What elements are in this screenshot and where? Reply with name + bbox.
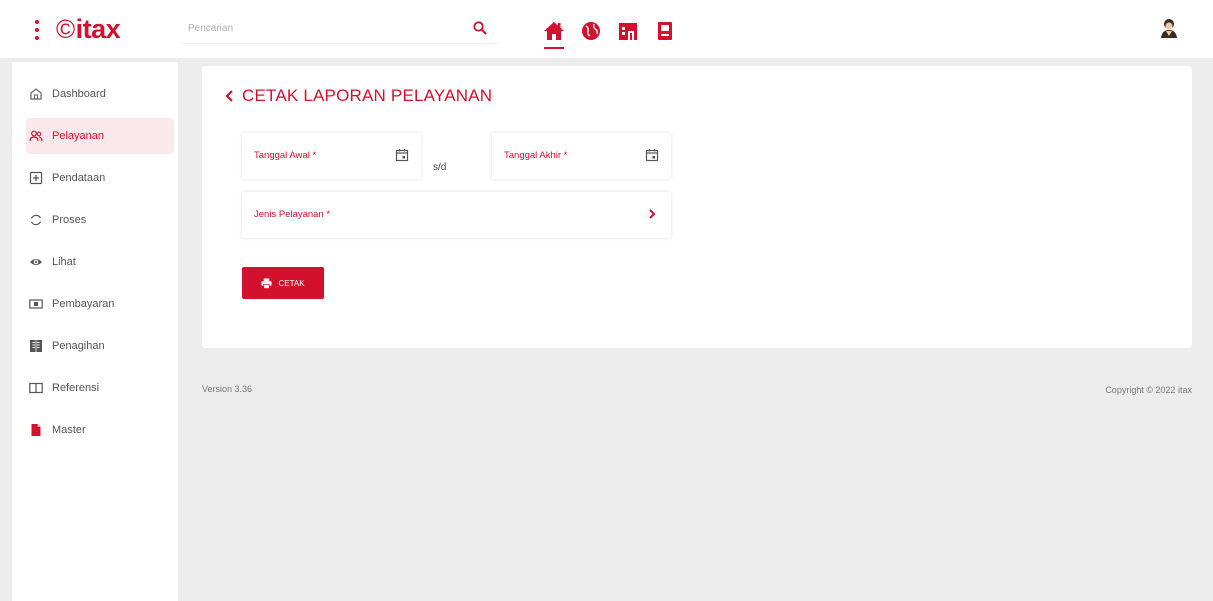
version-text: Version 3.36 <box>202 384 253 394</box>
book-icon[interactable] <box>654 20 676 42</box>
app-logo[interactable]: © itax <box>56 13 121 45</box>
end-date-field[interactable]: Tanggal Akhir * <box>492 133 671 179</box>
sidebar-item-label: Pembayaran <box>52 298 115 310</box>
sidebar-item-pendataan[interactable]: Pendataan <box>12 160 178 196</box>
sidebar-item-lihat[interactable]: Lihat <box>12 244 178 280</box>
refresh-icon <box>30 214 42 226</box>
sidebar-item-label: Lihat <box>52 256 76 268</box>
sidebar-item-label: Dashboard <box>52 88 106 100</box>
ledger-icon <box>30 340 42 352</box>
printer-icon <box>261 277 272 289</box>
sidebar-item-label: Proses <box>52 214 87 226</box>
print-button[interactable]: CETAK <box>242 267 324 299</box>
sidebar-item-referensi[interactable]: Referensi <box>12 370 178 406</box>
sidebar-item-pelayanan[interactable]: Pelayanan <box>26 118 174 154</box>
sidebar-item-master[interactable]: Master <box>12 412 178 448</box>
sidebar-item-label: Pelayanan <box>52 130 104 142</box>
sidebar-item-dashboard[interactable]: Dashboard <box>12 76 178 112</box>
date-range-separator: s/d <box>433 162 447 173</box>
sidebar-item-label: Referensi <box>52 382 100 394</box>
menu-icon[interactable] <box>34 20 40 40</box>
page-title: CETAK LAPORAN PELAYANAN <box>242 86 493 105</box>
sidebar-item-penagihan[interactable]: Penagihan <box>12 328 178 364</box>
start-date-label: Tanggal Awal * <box>254 150 317 161</box>
home-outline-icon <box>30 88 42 100</box>
money-icon <box>29 299 43 309</box>
report-form-card: CETAK LAPORAN PELAYANAN Tanggal Awal * s… <box>202 66 1192 348</box>
search-input[interactable] <box>180 14 460 42</box>
service-type-label: Jenis Pelayanan * <box>254 209 331 220</box>
building-icon[interactable] <box>617 20 639 42</box>
search-box <box>180 14 500 44</box>
sidebar-item-label: Penagihan <box>52 340 105 352</box>
end-date-label: Tanggal Akhir * <box>504 150 568 161</box>
avatar[interactable] <box>1158 17 1180 39</box>
search-icon[interactable] <box>472 20 488 36</box>
sidebar: Dashboard Pelayanan Pendataan Proses Lih… <box>12 62 178 601</box>
calendar-icon[interactable] <box>395 148 409 162</box>
sidebar-item-pembayaran[interactable]: Pembayaran <box>12 286 178 322</box>
chevron-right-icon[interactable] <box>645 207 659 221</box>
chevron-left-icon[interactable] <box>224 89 234 103</box>
sidebar-item-label: Pendataan <box>52 172 106 184</box>
sidebar-item-proses[interactable]: Proses <box>12 202 178 238</box>
users-icon <box>29 130 43 142</box>
back-link[interactable]: CETAK LAPORAN PELAYANAN <box>224 86 492 106</box>
calendar-icon[interactable] <box>645 148 659 162</box>
print-button-label: CETAK <box>278 278 305 288</box>
top-bar: © itax <box>0 0 1213 58</box>
file-icon <box>31 424 41 436</box>
top-nav <box>543 20 676 49</box>
copyright-text: Copyright © 2022 itax <box>1105 385 1192 395</box>
open-book-icon <box>29 382 43 394</box>
service-type-select[interactable]: Jenis Pelayanan * <box>242 192 671 238</box>
plus-square-icon <box>29 171 43 185</box>
start-date-field[interactable]: Tanggal Awal * <box>242 133 421 179</box>
globe-icon[interactable] <box>580 20 602 42</box>
sidebar-item-label: Master <box>52 424 86 436</box>
eye-icon <box>30 259 42 265</box>
home-icon[interactable] <box>543 20 565 49</box>
